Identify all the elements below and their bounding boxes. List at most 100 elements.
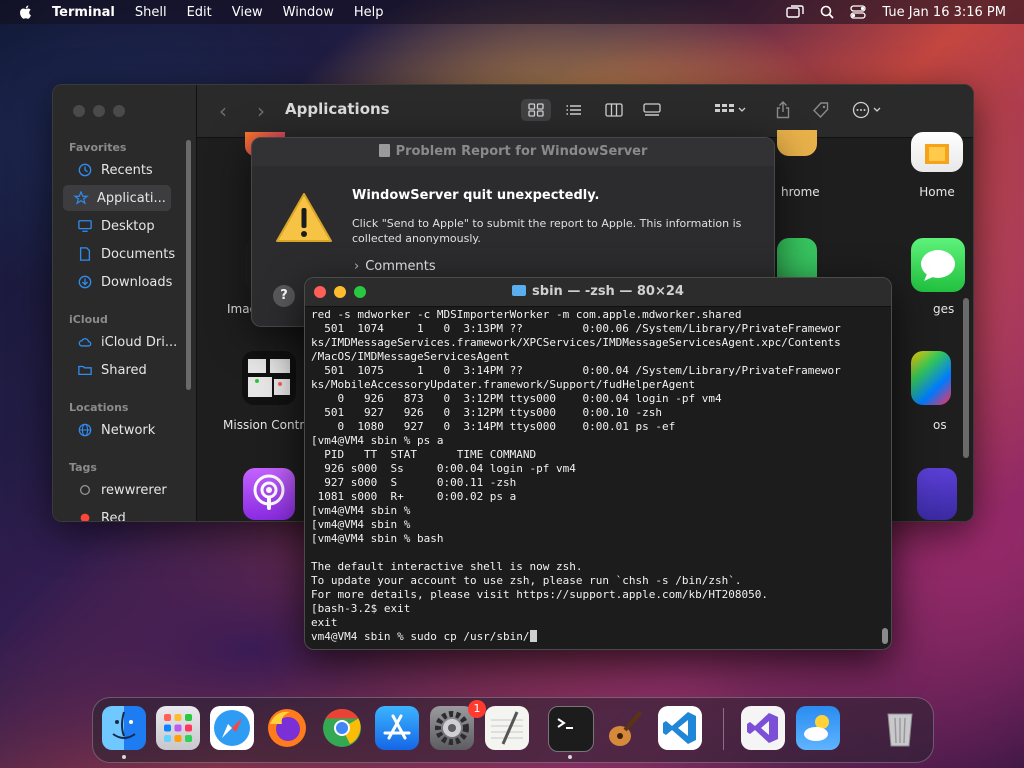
columns-icon <box>605 103 623 117</box>
terminal-line: red -s mdworker -c MDSImporterWorker -m … <box>311 308 742 321</box>
app-icon-podcasts[interactable] <box>243 468 295 520</box>
sidebar-item-tag-rewwrerer[interactable]: rewwrerer <box>67 477 181 503</box>
vscode-icon <box>663 712 696 744</box>
sidebar-header-tags: Tags <box>69 461 97 474</box>
applications-icon <box>73 191 89 205</box>
dock-launchpad[interactable] <box>156 706 200 750</box>
zoom-button[interactable] <box>354 286 366 298</box>
terminal-line: [vm4@VM4 sbin % ps a <box>311 434 444 447</box>
running-indicator <box>122 755 126 759</box>
app-icon-messages[interactable] <box>911 238 965 292</box>
list-icon <box>566 105 581 115</box>
terminal-prompt-icon <box>557 718 573 729</box>
clock-icon <box>78 163 92 177</box>
column-view-button[interactable] <box>599 99 629 121</box>
finder-toolbar: ‹ › Applications <box>197 85 973 138</box>
close-button[interactable] <box>73 105 85 117</box>
red-tag-dot-icon <box>80 513 90 521</box>
sidebar-item-label: Desktop <box>101 218 155 234</box>
menu-shell[interactable]: Shell <box>135 5 167 20</box>
group-by-button[interactable] <box>711 99 751 121</box>
terminal-title: sbin — -zsh — 80×24 <box>532 284 684 299</box>
spotlight-search-icon[interactable] <box>820 5 835 19</box>
back-chevron-icon[interactable]: ‹ <box>219 99 227 123</box>
menu-edit[interactable]: Edit <box>187 5 212 20</box>
running-indicator <box>568 755 572 759</box>
gallery-view-button[interactable] <box>637 99 667 121</box>
minimize-button[interactable] <box>334 286 346 298</box>
app-icon-photos[interactable] <box>911 351 951 405</box>
dock-visual-studio[interactable] <box>741 706 785 750</box>
dock-finder[interactable] <box>102 706 146 750</box>
close-button[interactable] <box>314 286 326 298</box>
app-icon-mission-control[interactable] <box>242 351 296 405</box>
chrome-icon <box>323 708 361 747</box>
sidebar-item-label: Recents <box>101 162 153 178</box>
tag-icon <box>813 102 829 119</box>
sidebar-item-applications[interactable]: Applicati... <box>63 185 171 211</box>
dock-chrome[interactable] <box>320 706 364 750</box>
sidebar-item-network[interactable]: Network <box>67 417 181 443</box>
comments-disclosure[interactable]: › Comments <box>354 259 436 274</box>
sidebar-item-label: Shared <box>101 362 147 378</box>
app-icon-partial-chrome[interactable] <box>777 130 817 156</box>
content-scrollbar[interactable] <box>963 298 969 458</box>
sidebar-scrollbar[interactable] <box>186 140 191 390</box>
gallery-icon <box>643 103 661 116</box>
finder-title: Applications <box>285 100 390 118</box>
menu-app-name[interactable]: Terminal <box>52 5 115 20</box>
dock-system-settings[interactable] <box>430 706 474 750</box>
forward-chevron-icon[interactable]: › <box>257 99 265 123</box>
sidebar-item-downloads[interactable]: Downloads <box>67 269 181 295</box>
dock-textedit[interactable] <box>485 706 529 750</box>
menu-bar: Terminal Shell Edit View Window Help Tue… <box>0 0 1024 24</box>
help-button[interactable]: ? <box>273 285 295 307</box>
more-actions-button[interactable] <box>849 99 889 121</box>
icon-view-button[interactable] <box>521 99 551 121</box>
app-icon-home[interactable] <box>911 132 963 172</box>
dock-app-store[interactable] <box>375 706 419 750</box>
app-label: hrome <box>781 185 820 199</box>
comments-label: Comments <box>365 259 436 274</box>
sidebar-item-icloud-drive[interactable]: iCloud Dri... <box>67 329 181 355</box>
sidebar-item-shared[interactable]: Shared <box>67 357 181 383</box>
terminal-line: PID TT STAT TIME COMMAND <box>311 448 537 461</box>
sidebar-item-tag-red[interactable]: Red <box>67 505 181 521</box>
menu-view[interactable]: View <box>232 5 263 20</box>
dock-garageband[interactable] <box>603 706 647 750</box>
dock-terminal[interactable] <box>548 706 594 752</box>
zoom-button[interactable] <box>113 105 125 117</box>
control-center-icon[interactable] <box>850 5 867 19</box>
app-icon-partial-purple[interactable] <box>917 468 957 520</box>
menu-window[interactable]: Window <box>283 5 334 20</box>
dock-safari[interactable] <box>210 706 254 750</box>
tag-dot-icon <box>80 485 90 495</box>
launchpad-grid-icon <box>164 714 192 742</box>
cloud-icon <box>78 338 92 347</box>
dock-weather[interactable] <box>796 706 840 750</box>
minimize-button[interactable] <box>93 105 105 117</box>
terminal-line: [vm4@VM4 sbin % <box>311 518 411 531</box>
dock-separator <box>723 708 724 750</box>
finder-face-icon <box>112 711 136 739</box>
terminal-output[interactable]: red -s mdworker -c MDSImporterWorker -m … <box>311 308 877 646</box>
terminal-scrollbar[interactable] <box>882 628 888 644</box>
terminal-titlebar: sbin — -zsh — 80×24 <box>305 278 891 307</box>
sidebar-item-documents[interactable]: Documents <box>67 241 181 267</box>
list-view-button[interactable] <box>559 99 589 121</box>
mission-control-icon <box>248 359 290 397</box>
sidebar-header-icloud: iCloud <box>69 313 108 326</box>
sidebar-item-recents[interactable]: Recents <box>67 157 181 183</box>
apple-icon[interactable] <box>18 4 32 20</box>
menu-help[interactable]: Help <box>354 5 384 20</box>
menu-clock[interactable]: Tue Jan 16 3:16 PM <box>882 5 1006 20</box>
window-switcher-icon[interactable] <box>786 5 805 19</box>
sidebar-item-desktop[interactable]: Desktop <box>67 213 181 239</box>
tag-button[interactable] <box>809 99 833 121</box>
dock-vscode[interactable] <box>658 706 702 750</box>
terminal-line: The default interactive shell is now zsh… <box>311 560 583 573</box>
dock-firefox[interactable] <box>265 706 309 750</box>
dock-trash[interactable] <box>878 706 922 750</box>
share-button[interactable] <box>771 99 795 121</box>
trash-icon <box>887 713 913 747</box>
